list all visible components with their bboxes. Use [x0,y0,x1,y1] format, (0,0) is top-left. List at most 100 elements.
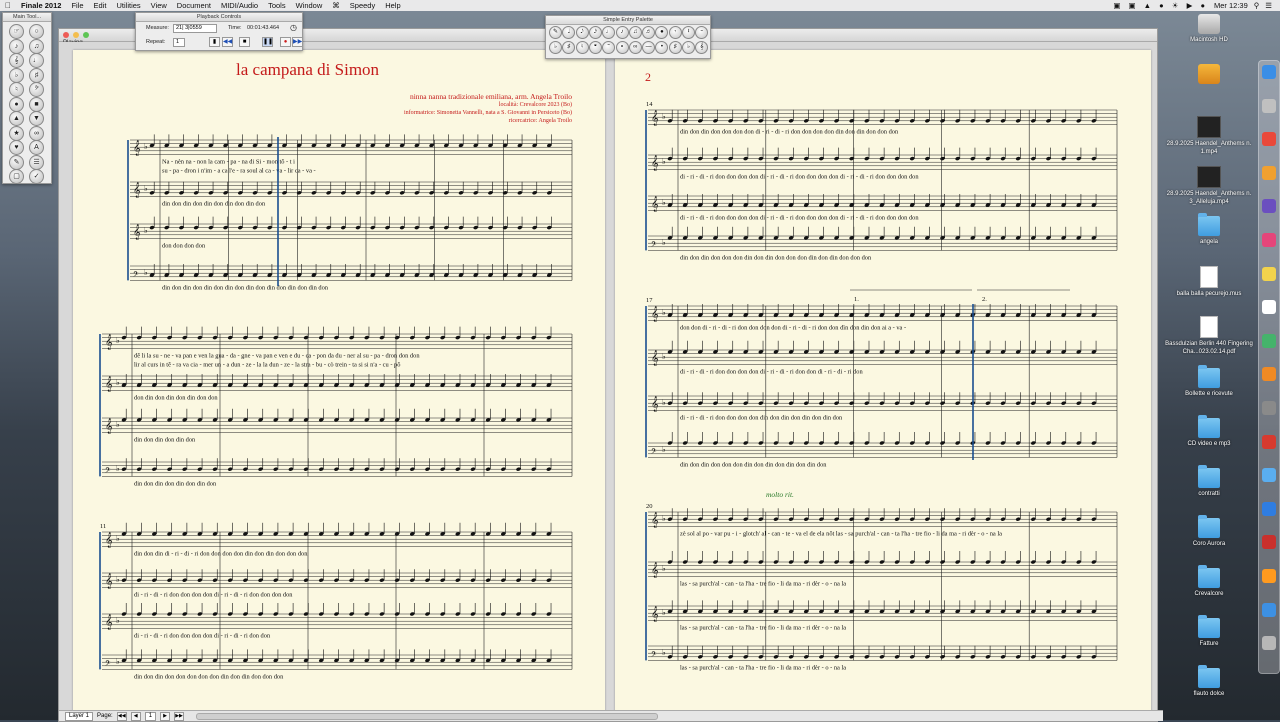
score-subtitle[interactable]: ninna nanna tradizionale emiliana, arm. … [360,92,572,101]
desktop-icon-2[interactable] [1161,64,1257,86]
trash-icon[interactable] [1262,636,1276,651]
system-1-key-flat: ♭ [144,184,148,193]
main-tool-4-icon[interactable]: ♫ [29,38,44,54]
ai-icon[interactable] [1262,569,1276,583]
system-5-clef: 𝄢 [651,447,657,457]
itunes-icon[interactable] [1262,233,1276,247]
main-tool-1-icon[interactable]: ☞ [9,24,24,39]
main-tool-14-icon[interactable]: ▼ [29,111,44,126]
simple-entry-tool-18-icon[interactable]: ⚬ [615,41,629,54]
system-3-lyrics: di - ri - di - ri don don don don di - r… [134,632,271,639]
simple-entry-tool-14-icon[interactable]: ♯ [562,41,576,54]
simple-entry-tool-13-icon[interactable]: ♭ [549,41,562,54]
simple-entry-tool-17-icon[interactable]: 𝄻 [602,41,616,54]
downloads-icon[interactable] [1262,602,1276,617]
photos-icon[interactable] [1262,165,1276,180]
pause-icon[interactable]: ❚❚ [262,37,273,47]
repeat-field[interactable]: 1 [173,38,185,47]
main-tool-17-icon[interactable]: ♥ [9,140,24,155]
desktop-icon-7[interactable]: Bassdulzian Berlin 440 Fingering Cha...0… [1161,316,1257,356]
simple-entry-tool-22-icon[interactable]: ♯ [668,41,682,54]
stop-icon[interactable]: ■ [239,37,250,47]
main-tool-11-icon[interactable]: ● [9,96,24,112]
main-tool-20-icon[interactable]: ☰ [29,154,44,170]
simple-entry-tool-24-icon[interactable]: 𝄞 [695,41,709,54]
main-tool-5-icon[interactable]: 𝄞 [9,53,24,68]
finder-icon[interactable] [1262,65,1276,79]
chrome-icon[interactable] [1262,132,1276,147]
simple-entry-tool-21-icon[interactable]: • [655,41,669,54]
clock-icon[interactable]: ◷ [290,23,297,32]
desktop-icon-5[interactable]: angela [1161,213,1257,246]
simple-entry-tool-12-icon[interactable]: 𝄼 [695,26,709,39]
simple-entry-tool-2-icon[interactable]: 𝅘𝅥 [562,26,576,39]
main-tool-18-icon[interactable]: A [29,140,44,155]
main-tool-10-icon[interactable]: 𝄢 [29,82,44,97]
system-3-measure-number: 11 [100,523,106,530]
simple-entry-tool-9-icon[interactable]: ● [655,26,669,39]
record-icon[interactable]: ● [280,37,291,47]
simple-entry-tool-5-icon[interactable]: ♩ [602,26,616,39]
simple-entry-tool-19-icon[interactable]: ∞ [628,41,642,54]
simple-entry-tool-15-icon[interactable]: ♮ [575,41,589,54]
desktop-icon-4[interactable]: 28.9.2025 Haendel_Anthems n. 3_Alleluja.… [1161,166,1257,206]
calendar-icon[interactable] [1262,300,1276,315]
fast-forward-icon[interactable]: ▶▶ [292,37,303,47]
main-tool-13-icon[interactable]: ▲ [9,111,24,126]
simple-entry-tool-6-icon[interactable]: ♪ [615,26,629,39]
main-tool-6-icon[interactable]: ♩ [29,53,44,68]
main-tool-7-icon[interactable]: ♭ [9,67,24,83]
desktop-icon-14[interactable]: flauto dolce [1161,665,1257,698]
preferences-icon[interactable] [1262,401,1276,415]
simple-entry-tool-1-icon[interactable]: ✎ [549,26,562,39]
simple-entry-tool-3-icon[interactable]: 𝅘𝅥𝅮 [575,26,589,39]
simple-entry-tool-20-icon[interactable]: — [642,41,656,54]
main-tool-8-icon[interactable]: ♯ [29,67,44,83]
simple-entry-tool-8-icon[interactable]: ♬ [642,26,656,39]
maps-icon[interactable] [1262,333,1276,348]
main-tool-9-icon[interactable]: ♮ [9,82,24,97]
desktop-icon-10[interactable]: contratti [1161,465,1257,498]
notes-icon[interactable] [1262,266,1276,281]
desktop-icon-3[interactable]: 28.9.2025 Haendel_Anthems n. 1.mp4 [1161,116,1257,156]
main-tool-15-icon[interactable]: ★ [9,125,24,141]
safari-icon[interactable] [1262,501,1276,516]
acrobat-icon[interactable] [1262,535,1276,550]
pages-icon[interactable] [1262,367,1276,382]
main-tool-12-icon[interactable]: ■ [29,96,44,112]
measure-field[interactable]: 21| 3|0559 [173,24,217,33]
simple-entry-tool-16-icon[interactable]: 𝄺 [588,41,602,54]
rewind-to-start-icon[interactable]: ▮ [209,37,220,47]
launchpad-icon[interactable] [1262,98,1276,113]
simple-entry-tool-23-icon[interactable]: ♭ [682,41,695,54]
main-tool-22-icon[interactable]: ✓ [29,169,44,184]
pdf-icon[interactable] [1262,434,1276,449]
main-tool-16-icon[interactable]: ∞ [29,125,44,141]
main-tool-21-icon[interactable]: ▢ [9,169,24,184]
system-3-lyrics: din don din don don don don don din don … [134,673,284,680]
desktop-icon-9[interactable]: CD video e mp3 [1161,415,1257,448]
main-tool-2-icon[interactable]: ○ [29,24,44,39]
main-tool-19-icon[interactable]: ✎ [9,154,24,170]
score-credit-location[interactable]: località: Crevalcore 2023 (Bo) [360,102,572,108]
score-credit-researcher[interactable]: ricercatrice: Angela Troilo [360,118,572,124]
tempo-marking[interactable]: molto rit. [766,490,794,499]
simple-entry-tool-7-icon[interactable]: ♫ [628,26,642,39]
system-5-key-flat: ♭ [662,445,666,454]
main-tool-3-icon[interactable]: ♪ [9,38,24,54]
rewind-icon[interactable]: ◀◀ [222,37,233,47]
desktop-icon-13[interactable]: Fatture [1161,615,1257,648]
score-credit-informant[interactable]: informatrice: Simonetta Vannelli, nata a… [330,110,572,116]
score-title[interactable]: la campana di Simon [236,60,379,80]
desktop-icon-6[interactable]: balla balla pecurejo.mus [1161,266,1257,298]
simple-entry-tool-10-icon[interactable]: 𝄾 [668,26,682,39]
desktop-icon-11[interactable]: Coro Aurora [1161,515,1257,548]
folder-icon[interactable] [1262,468,1276,483]
desktop-icon-1[interactable]: Macintosh HD [1161,14,1257,44]
simple-entry-tool-11-icon[interactable]: 𝄽 [682,26,695,39]
imovie-icon[interactable] [1262,199,1276,214]
desktop-icon-12[interactable]: Crevalcore [1161,565,1257,598]
system-1-lyrics: din don din don din don din don din don [162,200,266,207]
desktop-icon-8[interactable]: Bollette e ricevute [1161,365,1257,398]
simple-entry-tool-4-icon[interactable]: 𝅘𝅥𝅯 [588,26,602,39]
